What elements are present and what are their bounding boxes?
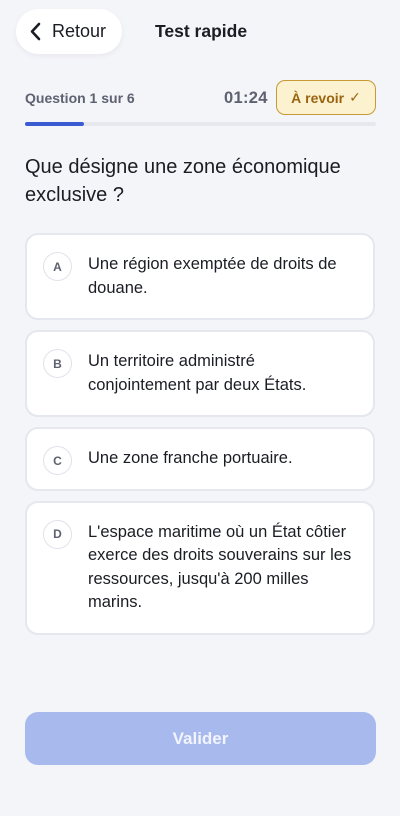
option-text: Un territoire administré conjointement p… [88,352,307,394]
option-letter: B [43,349,72,378]
check-icon: ✓ [349,89,361,105]
option-text: L'espace maritime où un État côtier exer… [88,522,352,612]
question-counter: Question 1 sur 6 [25,90,135,106]
validate-button[interactable]: Valider [25,712,376,765]
page-title: Test rapide [155,21,248,41]
answer-option-a[interactable]: A Une région exemptée de droits de douan… [25,233,375,320]
chevron-left-icon [30,22,41,41]
review-later-label: À revoir [291,89,345,106]
question-text: Que désigne une zone économique exclusiv… [25,156,341,206]
back-button-label: Retour [52,21,107,41]
answer-list: A Une région exemptée de droits de douan… [25,233,375,645]
option-text: Une région exemptée de droits de douane. [88,255,337,297]
quiz-screen: Retour Test rapide Question 1 sur 6 01:2… [0,0,400,816]
timer: 01:24 [224,89,268,107]
option-letter: D [43,519,72,549]
back-button[interactable]: Retour [16,9,122,54]
answer-option-c[interactable]: C Une zone franche portuaire. [25,427,375,491]
option-text: Une zone franche portuaire. [88,449,293,467]
progress-bar-fill [25,122,84,126]
answer-option-d[interactable]: D L'espace maritime où un État côtier ex… [25,500,375,635]
option-letter: A [43,252,72,281]
answer-option-b[interactable]: B Un territoire administré conjointement… [25,330,375,417]
option-letter: C [43,446,72,475]
progress-bar [25,122,376,126]
review-later-button[interactable]: À revoir ✓ [276,80,376,115]
